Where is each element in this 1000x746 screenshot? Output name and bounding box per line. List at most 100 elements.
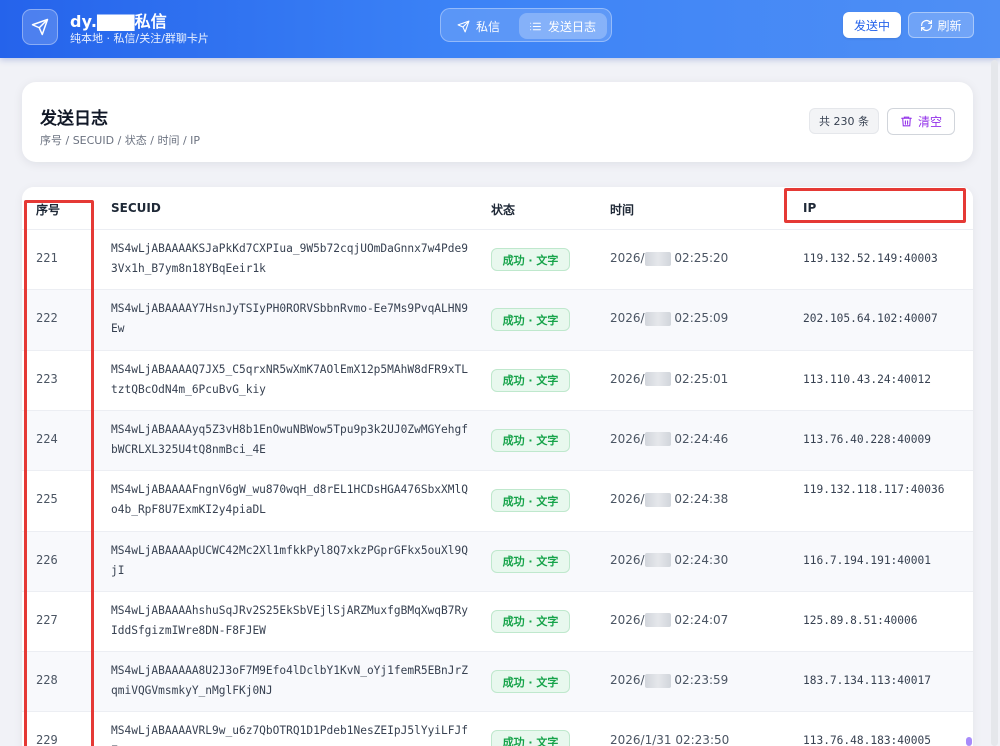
table-row: 225 MS4wLjABAAAAFngnV6gW_wu870wqH_d8rEL1H… [22,470,973,530]
status-badge: 成功 · 文字 [491,549,570,573]
scroll-indicator [966,737,972,746]
table-row: 222 MS4wLjABAAAAY7HsnJyTSIyPH0RORVSbbnRvm… [22,289,973,350]
refresh-button-label: 刷新 [937,18,962,33]
row-clock: 02:24:07 [674,612,729,627]
row-clock: 02:25:01 [674,371,729,386]
send-icon [457,20,470,32]
redacted-date-mask [644,613,671,628]
column-header-time: 时间 [610,203,635,217]
tab-dm[interactable]: 私信 [447,13,515,39]
row-time: 2026/ 02:24:38 [610,492,728,507]
list-icon [530,22,541,30]
status-badge: 成功 · 文字 [491,730,570,746]
redacted-date-mask [644,492,671,507]
app-subtitle: 纯本地 · 私信/关注/群聊卡片 [70,32,209,45]
row-time: 2026/ 02:23:59 [610,673,728,688]
row-ip: 119.132.118.117:40036 [803,483,945,497]
total-count-badge: 共 230 条 [809,108,879,134]
table-row: 229 MS4wLjABAAAAVRL9w_u6z7QbOTRQ1D1Pdeb1N… [22,711,973,746]
redacted-date-mask [644,311,671,326]
row-secuid: MS4wLjABAAAApUCWC42Mc2Xl1mfkkPyl8Q7xkzPG… [111,543,468,577]
redacted-date-mask [644,673,671,688]
row-ip: 119.132.52.149:40003 [803,252,938,265]
status-badge: 成功 · 文字 [491,248,570,271]
row-date: 2026/ [610,492,645,507]
table-row: 227 MS4wLjABAAAAhshuSqJRv2S25EkSbVEjlSjAR… [22,590,973,651]
row-clock: 02:24:38 [674,492,729,507]
sending-button-label: 发送中 [853,18,890,33]
page-title: 发送日志 [40,109,108,129]
row-secuid: MS4wLjABAAAAY7HsnJyTSIyPH0RORVSbbnRvmo-E… [111,302,468,336]
row-ip: 113.76.48.183:40005 [803,734,931,746]
log-table: 序号 SECUID 状态 时间 IP 221 MS4wLjABAAAAKSJaPk… [22,187,973,746]
log-header-card: 发送日志 序号 / SECUID / 状态 / 时间 / IP 共 230 条 … [22,82,973,162]
row-secuid: MS4wLjABAAAAVRL9w_u6z7QbOTRQ1D1Pdeb1NesZ… [111,724,468,746]
sending-button[interactable]: 发送中 [843,12,901,38]
row-date: 2026/ [610,552,645,567]
row-secuid: MS4wLjABAAAAQ7JX5_C5qrxNR5wXmK7AOlEmX12p… [111,362,468,396]
row-date: 2026/ [610,673,645,688]
app-title: dy.▇▇▇私信 [70,12,168,31]
row-secuid: MS4wLjABAAAAFngnV6gW_wu870wqH_d8rEL1HCDs… [111,483,468,517]
column-header-status: 状态 [491,203,516,217]
clear-button[interactable]: 清空 [887,108,955,135]
table-row: 226 MS4wLjABAAAApUCWC42Mc2Xl1mfkkPyl8Q7xk… [22,530,973,591]
row-clock: 02:24:46 [674,431,729,446]
table-row: 228 MS4wLjABAAAAA8U2J3oF7M9Efo4lDclbY1KvN… [22,651,973,712]
status-badge: 成功 · 文字 [491,489,570,513]
tab-send-log-label: 发送日志 [548,19,597,34]
status-badge: 成功 · 文字 [491,368,570,392]
row-time: 2026/ 02:25:01 [610,372,728,387]
table-row: 223 MS4wLjABAAAAQ7JX5_C5qrxNR5wXmK7AOlEmX… [22,349,973,410]
status-badge: 成功 · 文字 [491,428,570,452]
redacted-date-mask [644,251,671,266]
refresh-icon [921,19,933,31]
redacted-date-mask [644,553,671,567]
row-time: 2026/ 02:24:30 [610,552,729,567]
annotation-box-ip-header [784,188,966,223]
tab-dm-label: 私信 [476,19,501,34]
row-date: 2026/ [610,371,645,386]
status-badge: 成功 · 文字 [491,609,570,633]
row-date: 2026/ [610,311,645,326]
row-secuid: MS4wLjABAAAAKSJaPkKd7CXPIua_9W5b72cqjUOm… [111,242,468,275]
refresh-button[interactable]: 刷新 [908,12,974,38]
row-date: 2026/ [610,612,645,627]
row-ip: 116.7.194.191:40001 [803,553,931,567]
page-scrollbar[interactable] [991,60,998,746]
row-date: 2026/ [610,251,645,265]
row-ip: 202.105.64.102:40007 [803,312,938,326]
row-clock: 02:25:09 [674,311,729,326]
row-ip: 125.89.8.51:40006 [803,613,918,627]
page-subtitle: 序号 / SECUID / 状态 / 时间 / IP [40,134,201,147]
trash-icon [901,116,912,127]
table-row: 221 MS4wLjABAAAAKSJaPkKd7CXPIua_9W5b72cqj… [22,229,973,289]
row-ip: 113.76.40.228:40009 [803,432,931,446]
nav-tabs: 私信 发送日志 [440,8,612,42]
row-secuid: MS4wLjABAAAAhshuSqJRv2S25EkSbVEjlSjARZMu… [111,603,468,637]
row-clock: 02:25:20 [674,251,729,265]
row-clock: 02:23:59 [674,673,729,688]
row-time: 2026/ 02:25:09 [610,311,728,326]
row-clock: 02:24:30 [674,552,729,567]
row-date: 2026/ [610,431,645,446]
row-clock: 02:23:50 [675,733,730,746]
row-date: 2026/1/31 [610,733,672,746]
clear-button-label: 清空 [917,115,942,129]
row-time: 2026/ 02:25:20 [610,251,728,266]
tab-send-log[interactable]: 发送日志 [519,13,607,39]
app-logo [22,9,58,45]
row-time: 2026/1/31 02:23:50 [610,733,729,746]
table-row: 224 MS4wLjABAAAAyq5Z3vH8b1EnOwuNBWow5Tpu9… [22,409,973,471]
status-badge: 成功 · 文字 [491,308,570,332]
status-badge: 成功 · 文字 [491,670,570,694]
row-secuid: MS4wLjABAAAAA8U2J3oF7M9Efo4lDclbY1KvN_oY… [111,664,468,698]
annotation-box-index-column [24,200,94,746]
top-header-bar: dy.▇▇▇私信 纯本地 · 私信/关注/群聊卡片 私信 发送日志 发送中 刷新 [0,0,1000,58]
column-header-secuid: SECUID [111,201,161,215]
redacted-date-mask [644,432,671,447]
redacted-date-mask [644,372,671,387]
paper-plane-icon [31,18,49,36]
row-ip: 113.110.43.24:40012 [803,372,931,386]
row-ip: 183.7.134.113:40017 [803,674,931,688]
